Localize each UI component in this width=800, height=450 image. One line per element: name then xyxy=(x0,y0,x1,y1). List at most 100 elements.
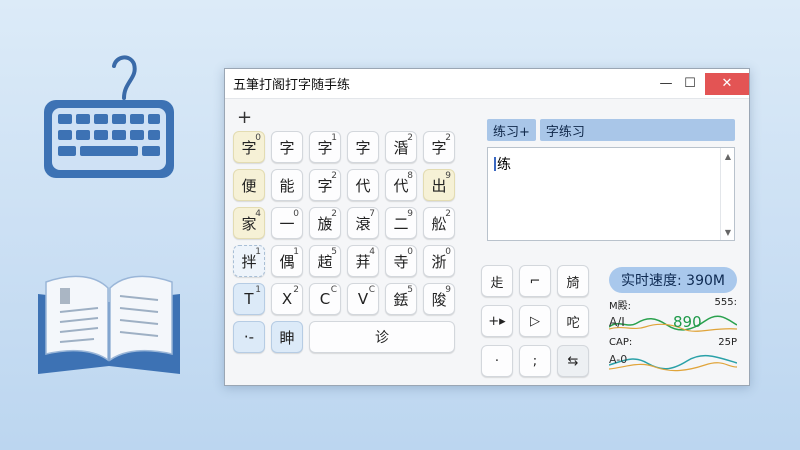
key-char: 旇 xyxy=(317,214,333,233)
char-key[interactable]: 寺0 xyxy=(385,245,417,277)
key-row: 拌1 偶1 趤5 荓4 寺0 浙0 xyxy=(233,245,465,277)
vertical-scrollbar[interactable]: ▲ ▼ xyxy=(720,148,734,240)
key-char: 字 xyxy=(431,138,447,157)
char-key[interactable]: 字 xyxy=(271,131,303,163)
char-key[interactable]: T1 xyxy=(233,283,265,315)
key-index: 0 xyxy=(407,247,413,257)
stat-main-value: 890 xyxy=(673,313,702,331)
semicolon-key[interactable]: ; xyxy=(519,345,551,377)
key-char: T xyxy=(244,290,254,308)
key-index: 8 xyxy=(407,171,413,181)
key-index: 1 xyxy=(293,247,299,257)
key-index: C xyxy=(368,285,375,295)
char-key[interactable]: 陖9 xyxy=(423,283,455,315)
char-key[interactable]: 舩2 xyxy=(423,207,455,239)
tool-row: +▸ ▷ 咜 xyxy=(481,305,601,337)
char-key[interactable]: 拌1 xyxy=(233,245,265,277)
keyboard-illustration-icon xyxy=(44,55,174,178)
tool-key[interactable]: +▸ xyxy=(481,305,513,337)
char-key[interactable]: VC xyxy=(347,283,379,315)
special-char-key[interactable]: 眒 xyxy=(271,321,303,353)
key-char: 趤 xyxy=(317,252,333,271)
typed-text: 练 xyxy=(497,157,511,173)
key-char: 舩 xyxy=(431,214,447,233)
char-key[interactable]: 出9 xyxy=(423,169,455,201)
key-char: 拌 xyxy=(241,252,257,271)
key-char: 字 xyxy=(317,176,333,195)
dot-key[interactable]: · xyxy=(481,345,513,377)
char-key[interactable]: 字2 xyxy=(309,169,341,201)
char-key[interactable]: 銩5 xyxy=(385,283,417,315)
play-tool-key[interactable]: ▷ xyxy=(519,305,551,337)
key-index: 1 xyxy=(331,133,337,143)
char-key[interactable]: 荓4 xyxy=(347,245,379,277)
minimize-button[interactable]: — xyxy=(655,73,677,95)
char-key[interactable]: 一0 xyxy=(271,207,303,239)
key-char: 一 xyxy=(279,214,295,233)
key-char: 家 xyxy=(241,214,257,233)
char-key[interactable]: 偶1 xyxy=(271,245,303,277)
window-title: 五筆打阁打字随手练 xyxy=(233,78,351,93)
scroll-down-icon[interactable]: ▼ xyxy=(721,225,735,239)
close-button[interactable]: ✕ xyxy=(705,72,749,95)
key-index: 0 xyxy=(293,209,299,219)
scroll-up-icon[interactable]: ▲ xyxy=(721,149,735,163)
key-char: 能 xyxy=(279,176,295,195)
add-icon[interactable]: + xyxy=(237,107,252,128)
key-index: 5 xyxy=(407,285,413,295)
open-book-illustration-icon xyxy=(38,275,180,374)
typing-practice-window: 五筆打阁打字随手练 — ☐ ✕ + 字0 字 字1 字 涽2 字2 便 能 字2… xyxy=(224,68,750,386)
tab-practice-add[interactable]: 练习+ xyxy=(487,119,536,141)
cursor-tool-key[interactable]: ⌐ xyxy=(519,265,551,297)
char-key[interactable]: 代8 xyxy=(385,169,417,201)
char-key[interactable]: 旇2 xyxy=(309,207,341,239)
char-key[interactable]: X2 xyxy=(271,283,303,315)
char-key[interactable]: 二9 xyxy=(385,207,417,239)
key-char: 二 xyxy=(393,214,409,233)
key-char: 出 xyxy=(431,176,447,195)
key-row: 家4 一0 旇2 滖7 二9 舩2 xyxy=(233,207,465,239)
char-key[interactable]: 能 xyxy=(271,169,303,201)
char-key[interactable]: 家4 xyxy=(233,207,265,239)
char-key[interactable]: 浙0 xyxy=(423,245,455,277)
key-row: 便 能 字2 代 代8 出9 xyxy=(233,169,465,201)
tool-row: 歨 ⌐ 旑 xyxy=(481,265,601,297)
char-key[interactable]: 便 xyxy=(233,169,265,201)
key-index: 9 xyxy=(445,171,451,181)
key-char: 代 xyxy=(393,176,409,195)
tool-key[interactable]: 旑 xyxy=(557,265,589,297)
key-index: 2 xyxy=(445,209,451,219)
char-key[interactable]: 趤5 xyxy=(309,245,341,277)
char-key[interactable]: 字0 xyxy=(233,131,265,163)
tab-character-practice[interactable]: 字练习 xyxy=(539,119,735,141)
char-key[interactable]: CC xyxy=(309,283,341,315)
practice-tab-bar: 练习+ 字练习 xyxy=(487,119,735,141)
key-index: 1 xyxy=(255,285,261,295)
tool-key[interactable]: 咜 xyxy=(557,305,589,337)
maximize-button[interactable]: ☐ xyxy=(679,73,701,95)
practice-text-area[interactable]: 练 ▲ ▼ xyxy=(487,147,735,241)
char-key[interactable]: 字 xyxy=(347,131,379,163)
stat-sublabel: A-0 xyxy=(609,353,628,366)
cap-sparkline xyxy=(609,354,737,372)
char-key[interactable]: 代 xyxy=(347,169,379,201)
char-key[interactable]: 滖7 xyxy=(347,207,379,239)
key-index: 2 xyxy=(331,209,337,219)
switch-icon[interactable]: ⇆ xyxy=(557,345,589,377)
key-char: 浙 xyxy=(431,252,447,271)
character-key-grid: 字0 字 字1 字 涽2 字2 便 能 字2 代 代8 出9 家4 一0 旇2 … xyxy=(233,131,465,359)
key-char: 陖 xyxy=(431,290,447,309)
char-key[interactable]: 字2 xyxy=(423,131,455,163)
tool-key[interactable]: 歨 xyxy=(481,265,513,297)
stat-right-value: 25P xyxy=(718,337,737,348)
char-key[interactable]: 涽2 xyxy=(385,131,417,163)
mode-toggle-key[interactable]: ·- xyxy=(233,321,265,353)
bottom-key-row: ·- 眒 诊 xyxy=(233,321,465,353)
key-index: 0 xyxy=(255,133,261,143)
key-char: 銩 xyxy=(393,290,409,309)
char-key[interactable]: 字1 xyxy=(309,131,341,163)
key-index: 9 xyxy=(445,285,451,295)
key-char: 滖 xyxy=(355,214,371,233)
key-char: 字 xyxy=(241,138,257,157)
space-key[interactable]: 诊 xyxy=(309,321,455,353)
